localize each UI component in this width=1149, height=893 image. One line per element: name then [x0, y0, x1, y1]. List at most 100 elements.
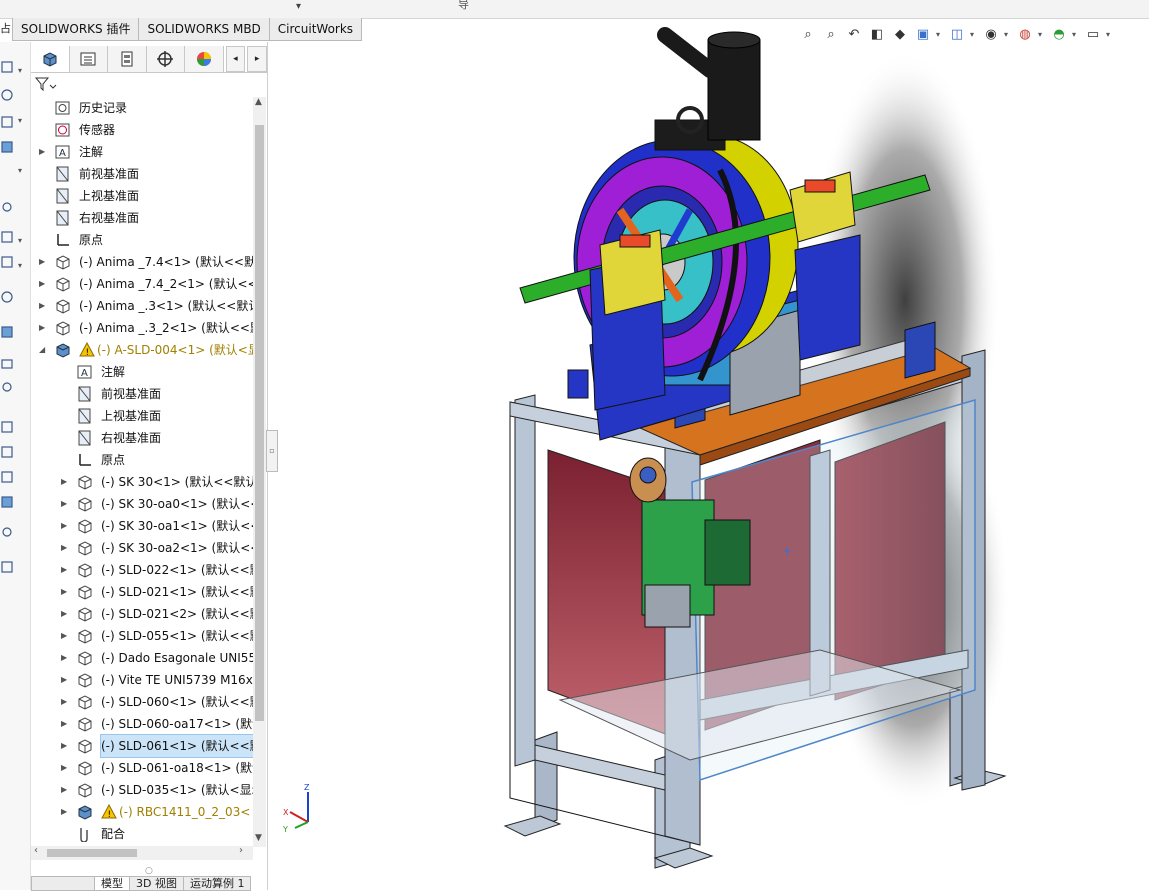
graphics-area[interactable]: Z X Y ⌕ ⌕ ↶ ◧ ◆ ▣ ▾ ◫ ▾ ◉ ▾ ◍ ▾ ◓ ▾ ▭ ▾: [270, 18, 1149, 890]
tree-node[interactable]: ▶ (-) SLD-021<2> (默认<<默: [31, 603, 253, 625]
tree-node[interactable]: 上视基准面: [31, 405, 253, 427]
tree-node[interactable]: ▶ (-) SLD-055<1> (默认<<默: [31, 625, 253, 647]
tree-node[interactable]: ▶ (-) SLD-021<1> (默认<<默: [31, 581, 253, 603]
left-toolbar-icons[interactable]: ▾ ▾ ▾ ▾ ▾: [0, 42, 30, 602]
tree-expand-icon[interactable]: ▶: [61, 537, 67, 559]
section-view-icon[interactable]: ◧: [867, 24, 887, 44]
scroll-down-icon[interactable]: ▼: [255, 833, 262, 843]
tree-node[interactable]: ▶ (-) SLD-061-oa18<1> (默认: [31, 757, 253, 779]
tree-node[interactable]: ▶ A 注解: [31, 141, 253, 163]
horizontal-scrollbar[interactable]: ‹ ›: [31, 845, 253, 860]
tree-node[interactable]: ▶ (-) SK 30-oa0<1> (默认<<: [31, 493, 253, 515]
tree-node[interactable]: ▶ (-) SLD-022<1> (默认<<默: [31, 559, 253, 581]
zoom-to-fit-icon[interactable]: ⌕: [798, 24, 818, 44]
tree-node[interactable]: ▶ (-) Anima _7.4<1> (默认<<默认: [31, 251, 253, 273]
tree-expand-icon[interactable]: ▶: [61, 713, 67, 735]
tree-node[interactable]: ▶ (-) SK 30-oa1<1> (默认<<: [31, 515, 253, 537]
tree-node[interactable]: ▶ (-) Anima _7.4_2<1> (默认<<默: [31, 273, 253, 295]
tree-node[interactable]: ▶ (-) SLD-060<1> (默认<<默: [31, 691, 253, 713]
panel-tab-next[interactable]: ▸: [247, 46, 268, 72]
tree-expand-icon[interactable]: ▶: [61, 735, 67, 757]
tree-node[interactable]: ▶ (-) SLD-060-oa17<1> (默认: [31, 713, 253, 735]
tree-expand-icon[interactable]: ▶: [61, 515, 67, 537]
display-manager-tab[interactable]: [185, 46, 224, 72]
tree-node[interactable]: 历史记录: [31, 97, 253, 119]
tree-node[interactable]: 配合: [31, 823, 253, 845]
tree-node[interactable]: 右视基准面: [31, 427, 253, 449]
feature-manager-tab[interactable]: [31, 46, 70, 72]
tree-node[interactable]: 前视基准面: [31, 163, 253, 185]
tab-3d-view[interactable]: 3D 视图: [129, 876, 184, 891]
view-orientation-icon[interactable]: ▣: [913, 24, 933, 44]
tree-expand-icon[interactable]: ▶: [61, 493, 67, 515]
chevron-down-icon[interactable]: ▾: [296, 1, 301, 12]
tree-node[interactable]: ▶! (-) RBC1411_0_2_03<: [31, 801, 253, 823]
dynamic-annotation-icon[interactable]: ◆: [890, 24, 910, 44]
tab-solidworks-addins[interactable]: SOLIDWORKS 插件: [12, 18, 140, 41]
vertical-scrollbar[interactable]: ▲ ▼: [253, 97, 266, 847]
scroll-up-icon[interactable]: ▲: [255, 97, 262, 107]
tree-node[interactable]: ▶ (-) Vite TE UNI5739 M16x: [31, 669, 253, 691]
tree-expand-icon[interactable]: ▶: [61, 801, 67, 823]
tree-expand-icon[interactable]: ▶: [61, 647, 67, 669]
tree-expand-icon[interactable]: ▶: [39, 317, 45, 339]
chevron-down-icon[interactable]: ▾: [936, 30, 944, 39]
tree-node[interactable]: 右视基准面: [31, 207, 253, 229]
apply-scene-icon[interactable]: ◓: [1049, 24, 1069, 44]
chevron-down-icon[interactable]: ▾: [1106, 30, 1114, 39]
chevron-down-icon[interactable]: ▾: [970, 30, 978, 39]
scroll-left-icon[interactable]: ‹: [34, 845, 38, 856]
tree-node[interactable]: 传感器: [31, 119, 253, 141]
configuration-manager-tab[interactable]: [108, 46, 147, 72]
tree-node[interactable]: ▶ (-) Anima _.3_2<1> (默认<<默: [31, 317, 253, 339]
view-settings-icon[interactable]: ▭: [1083, 24, 1103, 44]
tree-expand-icon[interactable]: ▶: [61, 603, 67, 625]
tree-node[interactable]: ▶ (-) Dado Esagonale UNI55: [31, 647, 253, 669]
tree-node[interactable]: ▶ (-) SLD-061<1> (默认<<默: [31, 734, 253, 758]
tree-expand-icon[interactable]: ▶: [61, 559, 67, 581]
tab-model[interactable]: 模型: [94, 876, 130, 891]
property-manager-tab[interactable]: [69, 46, 108, 72]
tree-node[interactable]: 前视基准面: [31, 383, 253, 405]
tree-expand-icon[interactable]: ◢: [39, 339, 45, 361]
chevron-down-icon[interactable]: ▾: [1004, 30, 1012, 39]
hide-show-items-icon[interactable]: ◉: [981, 24, 1001, 44]
tree-node[interactable]: 原点: [31, 229, 253, 251]
model-render[interactable]: Z X Y: [270, 18, 1149, 890]
tree-node[interactable]: ▶ (-) Anima _.3<1> (默认<<默认: [31, 295, 253, 317]
tree-node[interactable]: 上视基准面: [31, 185, 253, 207]
previous-view-icon[interactable]: ↶: [844, 24, 864, 44]
tree-expand-icon[interactable]: ▶: [39, 141, 45, 163]
dimxpert-tab[interactable]: [146, 46, 185, 72]
display-style-icon[interactable]: ◫: [947, 24, 967, 44]
edit-appearance-icon[interactable]: ◍: [1015, 24, 1035, 44]
tree-expand-icon[interactable]: ▶: [61, 779, 67, 801]
vertical-scroll-thumb[interactable]: [255, 125, 264, 721]
tree-node[interactable]: ▶ (-) SK 30-oa2<1> (默认<<: [31, 537, 253, 559]
tree-node[interactable]: ▶ (-) SLD-035<1> (默认<显示: [31, 779, 253, 801]
tree-expand-icon[interactable]: ▶: [39, 295, 45, 317]
tree-node[interactable]: ◢! (-) A-SLD-004<1> (默认<显: [31, 339, 253, 361]
tab-solidworks-mbd[interactable]: SOLIDWORKS MBD: [138, 18, 270, 41]
tab-nav-arrows[interactable]: [31, 876, 95, 891]
filter-button[interactable]: [34, 76, 57, 96]
tree-expand-icon[interactable]: ▶: [61, 581, 67, 603]
tree-expand-icon[interactable]: ▶: [61, 691, 67, 713]
tree-expand-icon[interactable]: ▶: [61, 471, 67, 493]
panel-grip-icon[interactable]: ○: [145, 866, 153, 876]
tree-node[interactable]: 原点: [31, 449, 253, 471]
chevron-down-icon[interactable]: ▾: [1038, 30, 1046, 39]
horizontal-scroll-thumb[interactable]: [47, 849, 137, 857]
zoom-to-area-icon[interactable]: ⌕: [821, 24, 841, 44]
tree-node[interactable]: ▶ (-) SK 30<1> (默认<<默认: [31, 471, 253, 493]
tab-motion-study[interactable]: 运动算例 1: [182, 876, 252, 891]
tree-expand-icon[interactable]: ▶: [39, 273, 45, 295]
scroll-right-icon[interactable]: ›: [239, 845, 243, 856]
tree-expand-icon[interactable]: ▶: [39, 251, 45, 273]
tree-expand-icon[interactable]: ▶: [61, 625, 67, 647]
chevron-down-icon[interactable]: ▾: [1072, 30, 1080, 39]
tree-node[interactable]: A 注解: [31, 361, 253, 383]
panel-tab-prev[interactable]: ◂: [225, 46, 246, 72]
tree-expand-icon[interactable]: ▶: [61, 757, 67, 779]
tree-expand-icon[interactable]: ▶: [61, 669, 67, 691]
